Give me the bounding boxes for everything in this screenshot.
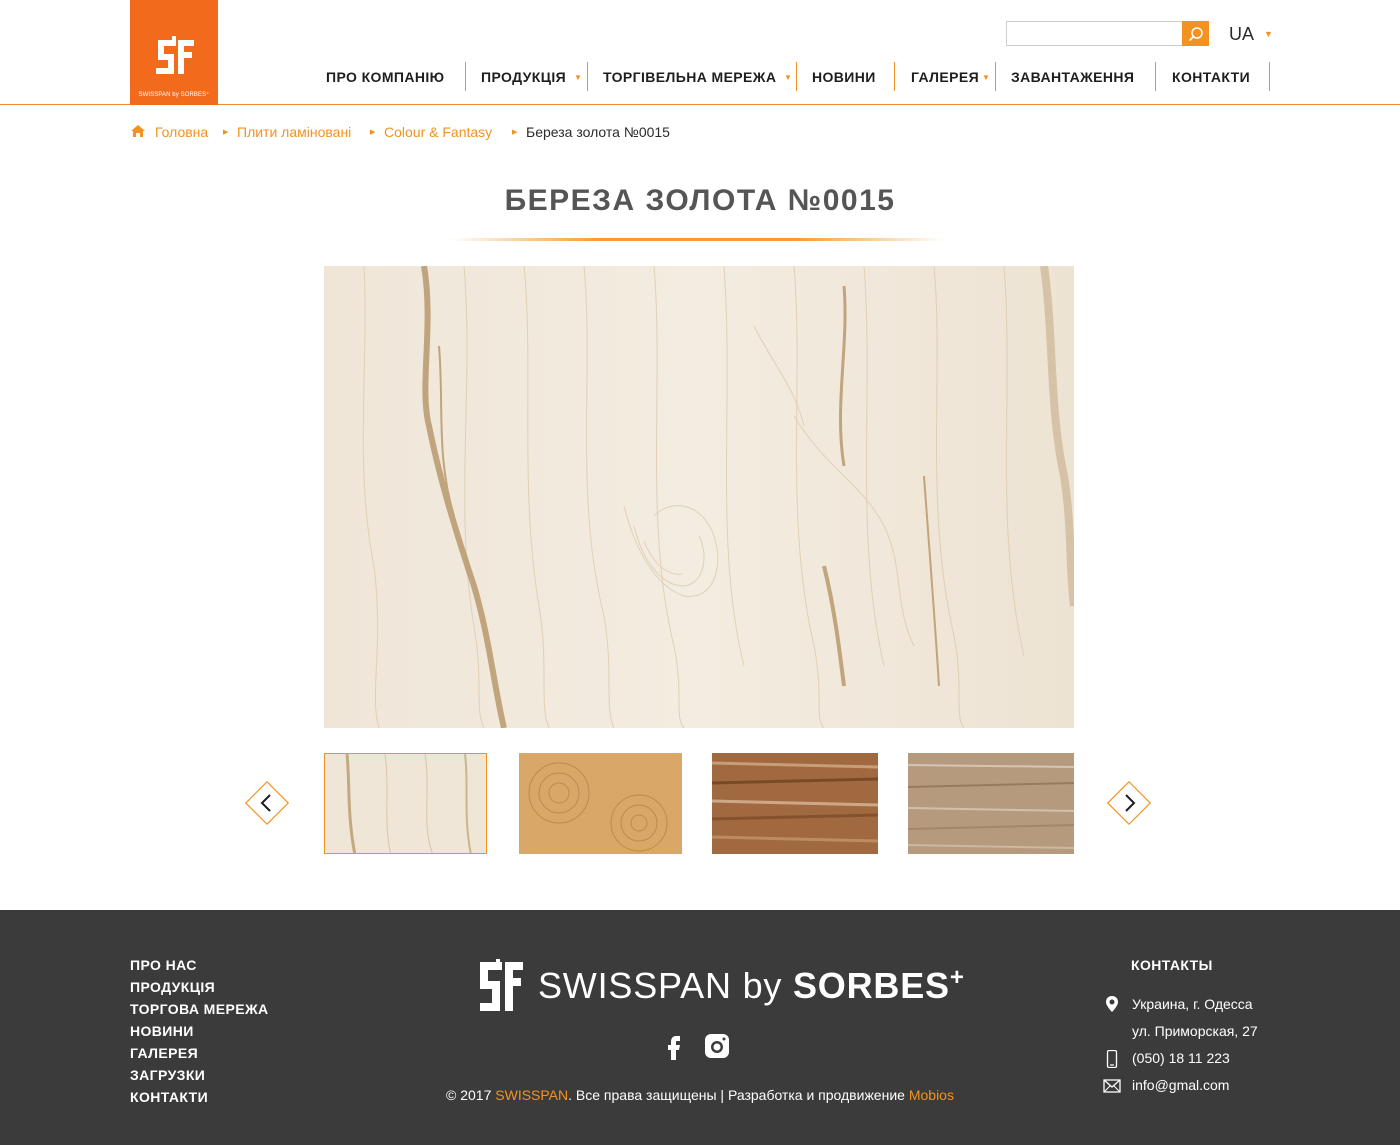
footer-contacts-title: КОНТАКТЫ: [1131, 957, 1213, 973]
thumbnail-rustic-wood[interactable]: [712, 753, 878, 854]
mail-icon: [1103, 1079, 1121, 1093]
nav-trade-network[interactable]: ТОРГІВЕЛЬНА МЕРЕЖА: [603, 62, 776, 91]
search-button[interactable]: [1182, 21, 1209, 46]
thumbnail-image: [712, 753, 878, 854]
nav-divider: [1269, 62, 1270, 91]
site-logo[interactable]: SWISSPAN by SORBES⁺: [130, 0, 218, 105]
nav-divider: [894, 62, 895, 91]
thumbnail-image: [908, 753, 1074, 854]
nav-contacts[interactable]: КОНТАКТИ: [1172, 62, 1250, 91]
thumbnail-grey-wood[interactable]: [908, 753, 1074, 854]
search-input[interactable]: [1006, 21, 1183, 46]
breadcrumb-separator-icon: ▶: [512, 129, 518, 136]
phone-icon: [1106, 1050, 1118, 1068]
footer-brand-bold: SORBES: [793, 965, 950, 1006]
logo-caption: SWISSPAN by SORBES⁺: [138, 92, 210, 98]
copyright-prefix: © 2017: [446, 1087, 496, 1103]
contact-address-line2: ул. Приморская, 27: [1132, 1023, 1258, 1039]
footer-link-news[interactable]: НОВИНИ: [130, 1023, 194, 1039]
nav-divider: [1155, 62, 1156, 91]
gallery-next-button[interactable]: [1104, 778, 1154, 828]
footer-link-products[interactable]: ПРОДУКЦІЯ: [130, 979, 215, 995]
thumbnail-image: [519, 753, 682, 854]
copyright-brand-link[interactable]: SWISSPAN: [495, 1087, 568, 1103]
nav-products[interactable]: ПРОДУКЦІЯ: [481, 62, 566, 91]
location-pin-icon: [1106, 996, 1118, 1012]
thumbnail-birch-gold[interactable]: [324, 753, 487, 854]
arrow-left-icon: [244, 780, 290, 826]
footer-brand-light: SWISSPAN by: [538, 965, 793, 1006]
nav-news[interactable]: НОВИНИ: [812, 62, 876, 91]
breadcrumb-separator-icon: ▶: [223, 129, 229, 136]
language-caret-icon[interactable]: ▼: [1264, 29, 1273, 39]
nav-products-caret-icon[interactable]: ▼: [574, 73, 582, 82]
copyright-middle: . Все права защищены | Разработка и прод…: [568, 1087, 909, 1103]
contact-email[interactable]: info@gmal.com: [1132, 1077, 1229, 1093]
facebook-icon[interactable]: [660, 1032, 688, 1060]
footer-brand-plus: +: [949, 964, 965, 991]
search-icon: [1188, 26, 1203, 41]
thumbnail-oak-rings[interactable]: [519, 753, 682, 854]
breadcrumb-current: Береза золота №0015: [526, 124, 670, 140]
nav-divider: [465, 62, 466, 91]
nav-trade-caret-icon[interactable]: ▼: [784, 73, 792, 82]
breadcrumb-colour-fantasy[interactable]: Colour & Fantasy: [384, 124, 492, 140]
nav-divider: [995, 62, 996, 91]
home-icon[interactable]: [130, 124, 146, 138]
birch-gold-texture: [324, 266, 1074, 728]
nav-gallery-caret-icon[interactable]: ▼: [982, 73, 990, 82]
breadcrumb-separator-icon: ▶: [370, 129, 376, 136]
breadcrumb-laminated-boards[interactable]: Плити ламіновані: [237, 124, 351, 140]
instagram-icon[interactable]: [703, 1032, 731, 1060]
developer-link[interactable]: Mobios: [909, 1087, 954, 1103]
contact-phone[interactable]: (050) 18 11 223: [1132, 1050, 1230, 1066]
site-header: SWISSPAN by SORBES⁺ UA ▼ ПРО КОМПАНІЮ ПР…: [0, 0, 1400, 105]
breadcrumb-home[interactable]: Головна: [155, 124, 208, 140]
page: SWISSPAN by SORBES⁺ UA ▼ ПРО КОМПАНІЮ ПР…: [0, 0, 1400, 1145]
nav-about[interactable]: ПРО КОМПАНІЮ: [326, 62, 445, 91]
footer-link-downloads[interactable]: ЗАГРУЗКИ: [130, 1067, 205, 1083]
footer-link-trade-network[interactable]: ТОРГОВА МЕРЕЖА: [130, 1001, 269, 1017]
product-main-image: [324, 266, 1074, 728]
nav-divider: [587, 62, 588, 91]
nav-downloads[interactable]: ЗАВАНТАЖЕННЯ: [1011, 62, 1134, 91]
swisspan-logo-icon: [156, 36, 194, 74]
footer-logo-mark-icon: [480, 959, 523, 1011]
nav-gallery[interactable]: ГАЛЕРЕЯ: [911, 62, 979, 91]
thumbnail-image: [325, 754, 486, 853]
arrow-right-icon: [1106, 780, 1152, 826]
contact-address-line1: Украина, г. Одесса: [1132, 996, 1253, 1012]
nav-divider: [796, 62, 797, 91]
title-underline: [450, 238, 945, 241]
footer-link-about[interactable]: ПРО НАС: [130, 957, 197, 973]
footer-link-gallery[interactable]: ГАЛЕРЕЯ: [130, 1045, 198, 1061]
gallery-prev-button[interactable]: [242, 778, 292, 828]
footer-brand[interactable]: SWISSPAN by SORBES+: [538, 964, 965, 1007]
language-selector[interactable]: UA: [1229, 24, 1254, 45]
page-title: БЕРЕЗА ЗОЛОТА №0015: [504, 184, 896, 217]
